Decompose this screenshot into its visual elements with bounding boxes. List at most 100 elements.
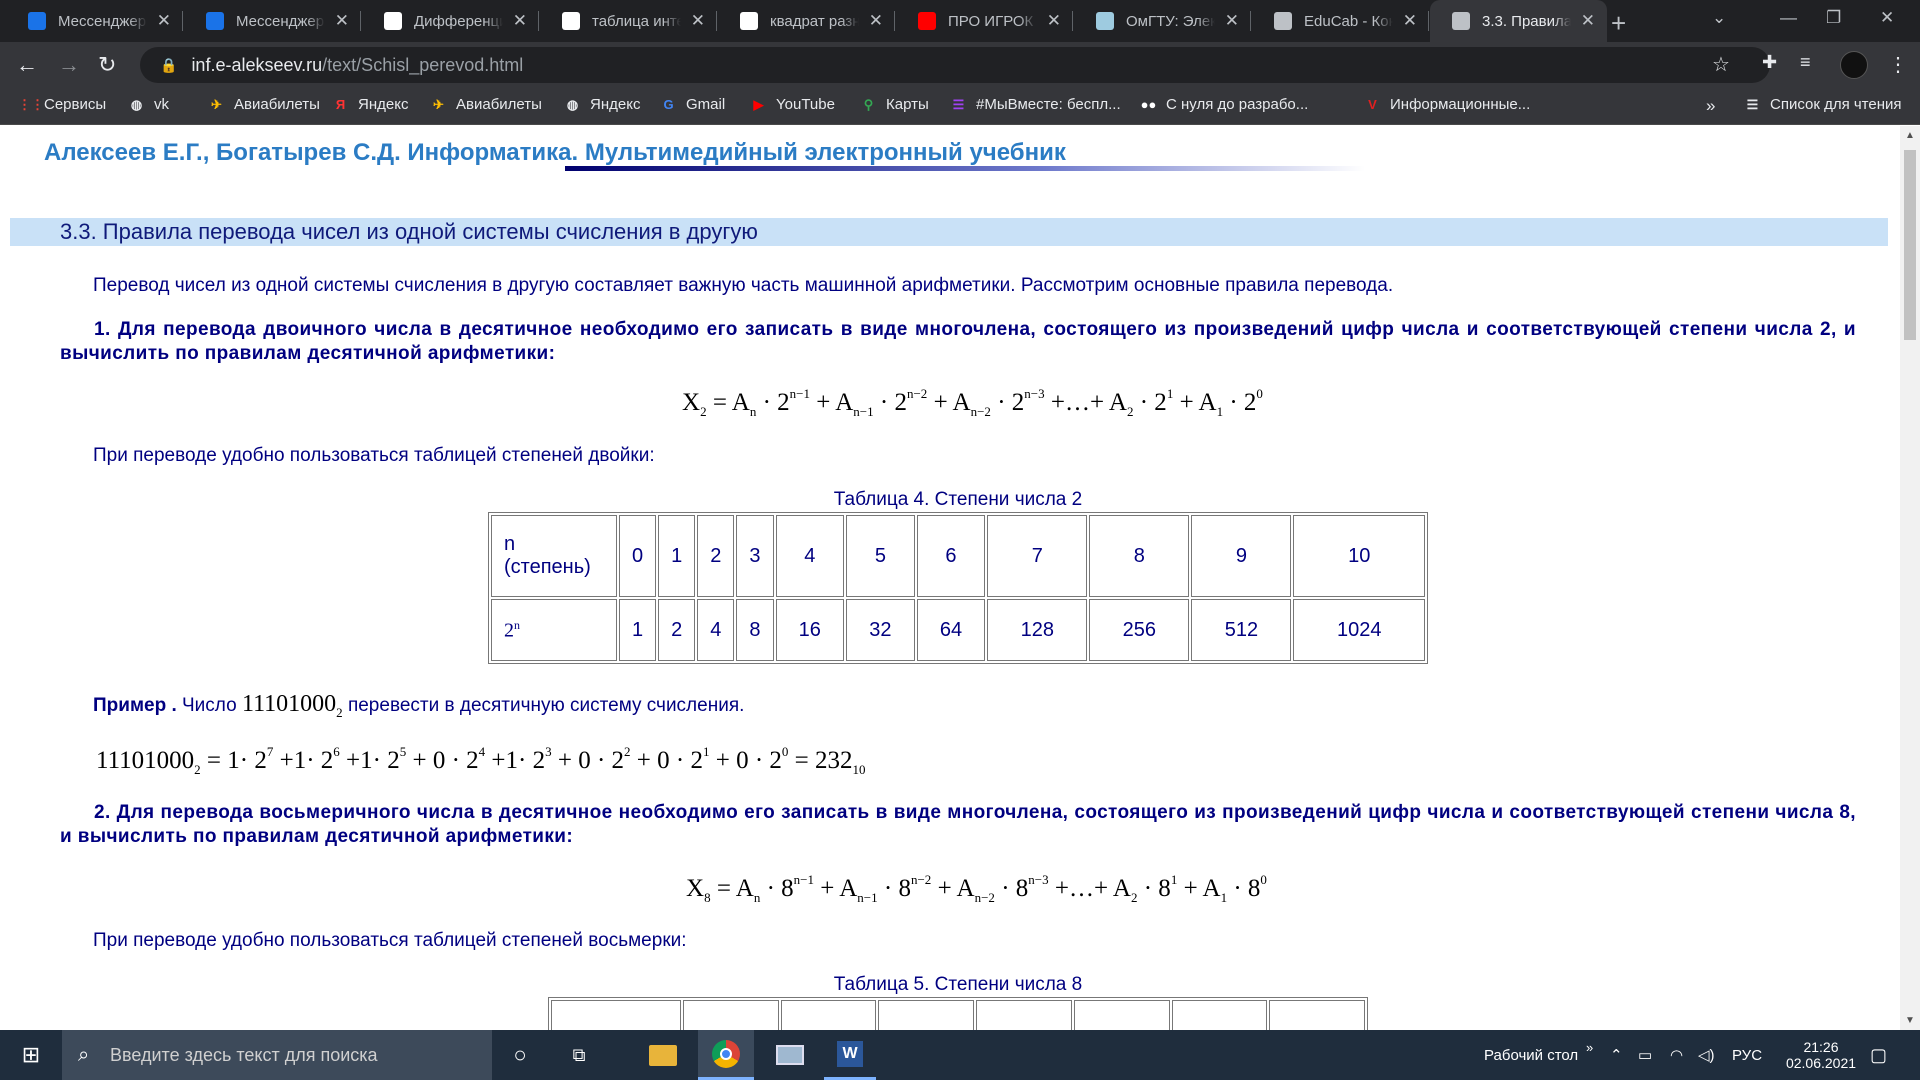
bookmark-item[interactable]: ●● С нуля до разрабо... [1140, 96, 1309, 113]
taskbar-search-box[interactable]: ⌕ Введите здесь текст для поиска [62, 1030, 492, 1080]
close-tab-icon[interactable]: ✕ [157, 11, 171, 31]
volume-icon[interactable]: ◁) [1698, 1030, 1715, 1080]
bookmark-item[interactable]: G Gmail [660, 96, 725, 113]
desktop-toolbar-label[interactable]: Рабочий стол [1484, 1030, 1578, 1080]
close-tab-icon[interactable]: ✕ [869, 11, 883, 31]
reading-list-label: Список для чтения [1770, 96, 1902, 113]
page-scrollbar[interactable]: ▲ ▼ [1900, 126, 1920, 1030]
bookmark-item[interactable]: ✈ Авиабилеты [208, 96, 320, 113]
wifi-icon[interactable]: ◠ [1670, 1030, 1683, 1080]
close-window-icon[interactable]: ✕ [1880, 8, 1894, 28]
close-tab-icon[interactable]: ✕ [335, 11, 349, 31]
bookmark-item[interactable]: ⋮⋮ Сервисы [18, 96, 106, 113]
close-tab-icon[interactable]: ✕ [1047, 11, 1061, 31]
bookmark-item[interactable]: ◍ Яндекс [564, 96, 641, 113]
new-tab-button[interactable]: + [1611, 8, 1626, 39]
table5-cell [1171, 1000, 1268, 1030]
bookmark-item[interactable]: ⚲ Карты [860, 96, 929, 113]
tab-title: 3.3. Правила п [1482, 12, 1571, 30]
toolbar-overflow-icon[interactable]: » [1586, 1022, 1593, 1072]
example-label: Пример . [93, 695, 177, 716]
back-icon[interactable]: ← [16, 52, 38, 78]
reload-icon[interactable]: ↻ [98, 52, 116, 78]
bookmark-star-icon[interactable]: ☆ [1712, 52, 1730, 77]
profile-avatar[interactable] [1840, 51, 1868, 79]
formula-binary: X2 = An · 2n−1 + An−1 · 2n−2 + An−2 · 2n… [682, 386, 1263, 419]
cortana-icon[interactable]: ○ [500, 1030, 540, 1080]
close-tab-icon[interactable]: ✕ [1225, 11, 1239, 31]
bookmark-label: Gmail [686, 96, 726, 113]
bookmark-item[interactable]: V Информационные... [1364, 96, 1530, 113]
tab-4[interactable]: квадрат разн ✕ [718, 0, 895, 42]
scroll-up-arrow-icon[interactable]: ▲ [1905, 130, 1915, 141]
tab-1[interactable]: Мессенджер ✕ [184, 0, 361, 42]
table4-n-cell: 7 [987, 515, 1088, 597]
address-bar[interactable]: 🔒 inf.e-alekseev.ru/text/Schisl_perevod.… [140, 47, 1770, 83]
search-icon: ⌕ [78, 1043, 90, 1066]
globe-icon [1452, 12, 1470, 30]
table4-value-cell: 256 [1089, 599, 1190, 661]
tab-5[interactable]: ПРО ИГРОК Н ✕ [896, 0, 1073, 42]
reading-list-button[interactable]: ☰ Список для чтения [1744, 96, 1902, 113]
reading-list-icon: ☰ [1746, 97, 1759, 112]
tab-search-icon[interactable]: ⌄ [1712, 8, 1726, 28]
media-control-icon[interactable]: ≡ [1800, 52, 1811, 73]
bookmark-item[interactable]: ✈ Авиабилеты [430, 96, 542, 113]
extensions-icon[interactable]: ✚ [1762, 52, 1777, 73]
close-tab-icon[interactable]: ✕ [1581, 11, 1595, 31]
table4-value-cell: 32 [846, 599, 915, 661]
scrollbar-thumb[interactable] [1904, 150, 1916, 340]
input-language[interactable]: РУС [1732, 1030, 1762, 1080]
forward-icon[interactable]: → [58, 52, 80, 78]
close-tab-icon[interactable]: ✕ [513, 11, 527, 31]
tab-6[interactable]: ОмГТУ: Электр ✕ [1074, 0, 1251, 42]
word-taskbar-icon[interactable]: W [824, 1030, 876, 1080]
taskbar-clock[interactable]: 21:26 02.06.2021 [1776, 1030, 1866, 1080]
tab-0[interactable]: Мессенджер ✕ [6, 0, 183, 42]
example-text-a: Число [182, 695, 237, 716]
table4-value-cell: 8 [736, 599, 774, 661]
tab-2[interactable]: Дифференциа ✕ [362, 0, 539, 42]
tab-8[interactable]: 3.3. Правила п ✕ [1430, 0, 1607, 42]
tab-title: квадрат разн [770, 12, 859, 30]
plane-icon: ✈ [433, 97, 444, 112]
bookmark-item[interactable]: ◍ vk [128, 96, 169, 113]
menu-dots-icon[interactable]: ⋮ [1888, 52, 1908, 77]
scroll-down-arrow-icon[interactable]: ▼ [1905, 1015, 1915, 1026]
restore-icon[interactable]: ❐ [1826, 8, 1841, 28]
header-underline [565, 166, 1365, 171]
close-tab-icon[interactable]: ✕ [691, 11, 705, 31]
table4-value-cell: 128 [987, 599, 1088, 661]
globe-icon: ◍ [130, 97, 143, 112]
table4-n-cell: 5 [846, 515, 915, 597]
bookmark-item[interactable]: ☰ #МыВместе: беспл... [950, 96, 1121, 113]
task-view-icon[interactable]: ⧉ [556, 1030, 602, 1080]
system-settings-taskbar-icon[interactable] [764, 1030, 816, 1080]
battery-icon[interactable]: ▭ [1638, 1030, 1652, 1080]
table4-n-cell: 0 [619, 515, 657, 597]
windows-taskbar: ⊞ ⌕ Введите здесь текст для поиска ○ ⧉ W… [0, 1030, 1920, 1080]
tab-separator [1428, 11, 1429, 31]
tray-up-arrow-icon[interactable]: ⌃ [1610, 1030, 1623, 1080]
clock-date: 02.06.2021 [1785, 1055, 1857, 1071]
formula-octal: X8 = An · 8n−1 + An−1 · 8n−2 + An−2 · 8n… [686, 872, 1267, 905]
intro-paragraph: Перевод чисел из одной системы счисления… [93, 275, 1394, 296]
tab-title: таблица инте [592, 12, 681, 30]
tab-3[interactable]: таблица инте ✕ [540, 0, 717, 42]
minimize-icon[interactable]: — [1780, 8, 1797, 28]
notification-center-icon[interactable]: ▢ [1870, 1030, 1887, 1080]
windows-start-icon[interactable]: ⊞ [8, 1030, 54, 1080]
bookmarks-overflow-icon[interactable]: » [1706, 96, 1715, 116]
tab-7[interactable]: EduCab - Конт ✕ [1252, 0, 1429, 42]
table5-cell [683, 1000, 779, 1030]
close-tab-icon[interactable]: ✕ [1403, 11, 1417, 31]
file-explorer-icon[interactable] [640, 1030, 686, 1080]
table5-cell [976, 1000, 1072, 1030]
chrome-taskbar-icon[interactable] [698, 1030, 754, 1080]
bookmark-item[interactable]: ▶ YouTube [750, 96, 835, 113]
table5-caption: Таблица 5. Степени числа 8 [833, 974, 1083, 995]
bookmark-item[interactable]: Я Яндекс [332, 96, 409, 113]
example-number: 111010002 [242, 691, 343, 720]
table4-n-cell: 8 [1089, 515, 1190, 597]
bookmark-label: С нуля до разрабо... [1166, 96, 1309, 113]
